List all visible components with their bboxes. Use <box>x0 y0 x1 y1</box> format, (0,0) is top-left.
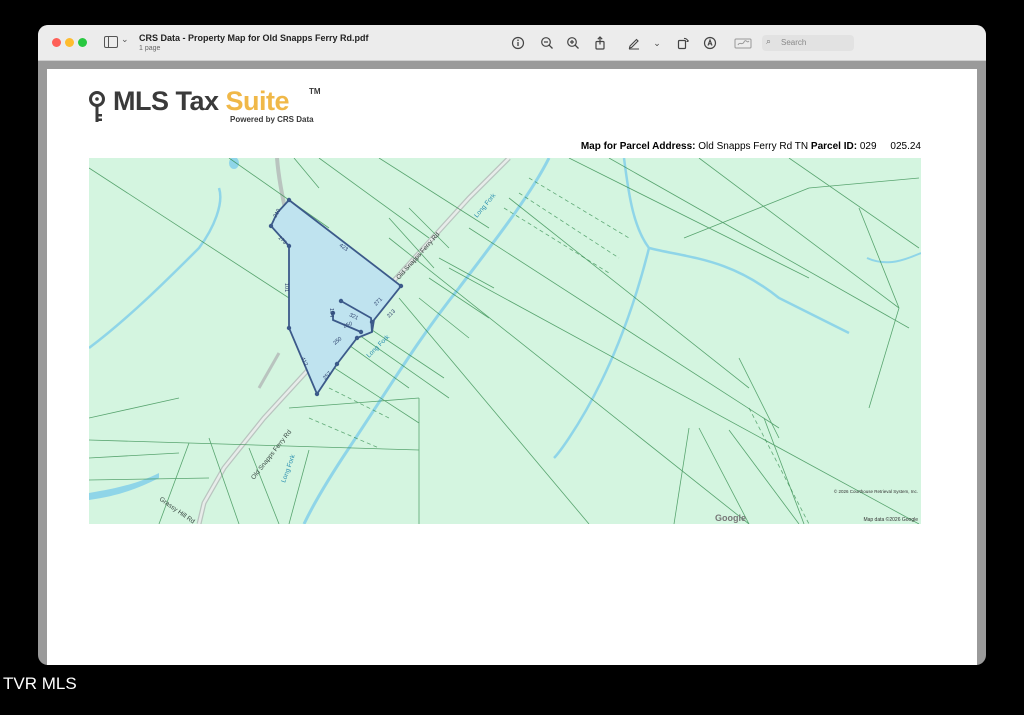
parcel-id-label: Parcel ID: <box>810 141 858 152</box>
search-placeholder: Search <box>781 38 807 47</box>
road-label: Grassy Hill Rd <box>158 496 196 524</box>
parcel-lines <box>89 158 920 524</box>
dimension-label: 101 <box>283 283 289 292</box>
info-icon[interactable] <box>511 36 525 50</box>
tvr-mls-label: TVR MLS <box>3 674 77 693</box>
key-icon <box>89 91 105 122</box>
rotate-icon[interactable] <box>676 36 690 50</box>
creek-label: Long Fork <box>280 453 297 484</box>
zoom-window-button[interactable] <box>78 38 87 47</box>
map-attribution: Map data ©2026 Google <box>863 517 918 523</box>
title-bar: ⌄ CRS Data - Property Map for Old Snapps… <box>38 25 986 61</box>
map-svg: 210 173 423 101 412 271 321 250 250 104 … <box>89 158 921 524</box>
mls-tax-suite-logo: MLS Tax Suite TM Powered by CRS Data <box>87 86 347 126</box>
markup-pen-icon[interactable] <box>627 36 641 50</box>
parcel-id: 029 025.24 <box>859 141 921 152</box>
stream <box>553 247 651 459</box>
property-map[interactable]: 210 173 423 101 412 271 321 250 250 104 … <box>89 158 921 524</box>
address-label: Map for Parcel Address: <box>580 141 696 152</box>
creek-label: Long Fork <box>473 192 498 219</box>
brand-name: MLS Tax Suite <box>113 86 290 117</box>
parcel-dashed-lines <box>308 177 810 524</box>
close-window-button[interactable] <box>52 38 61 47</box>
stream <box>89 187 222 349</box>
side-road <box>257 352 281 389</box>
preview-window: ⌄ CRS Data - Property Map for Old Snapps… <box>38 25 986 665</box>
chevron-down-icon: ⌄ <box>121 34 129 44</box>
dimension-label: 104 <box>328 308 334 317</box>
map-copyright: © 2026 Courthouse Retrieval System, Inc. <box>833 489 918 494</box>
google-logo: Google <box>715 513 746 523</box>
search-icon: ⌕ <box>766 36 772 46</box>
stream <box>866 252 921 264</box>
parcel-info: Map for Parcel Address: Old Snapps Ferry… <box>581 141 921 152</box>
document-title: CRS Data - Property Map for Old Snapps F… <box>139 33 369 43</box>
dimension-label: 213 <box>386 309 397 320</box>
search-field[interactable]: ⌕ Search <box>762 35 854 51</box>
sidebar-toggle-button[interactable]: ⌄ <box>104 34 134 50</box>
parcel-address: Old Snapps Ferry Rd TN <box>698 141 809 152</box>
pdf-page: MLS Tax Suite TM Powered by CRS Data Map… <box>47 69 977 665</box>
pond <box>89 473 159 500</box>
chevron-down-icon[interactable]: ⌄ <box>650 36 664 50</box>
trademark: TM <box>309 87 321 96</box>
sidebar-icon <box>104 36 118 48</box>
brand-accent: Suite <box>225 86 290 116</box>
minimize-window-button[interactable] <box>65 38 74 47</box>
signature-icon[interactable] <box>734 36 752 50</box>
page-count: 1 page <box>139 45 161 52</box>
share-icon[interactable] <box>593 36 607 50</box>
zoom-in-icon[interactable] <box>566 36 580 50</box>
powered-by: Powered by CRS Data <box>230 115 314 124</box>
annotate-icon[interactable] <box>703 36 717 50</box>
zoom-out-icon[interactable] <box>540 36 554 50</box>
brand-main: MLS Tax <box>113 86 226 116</box>
